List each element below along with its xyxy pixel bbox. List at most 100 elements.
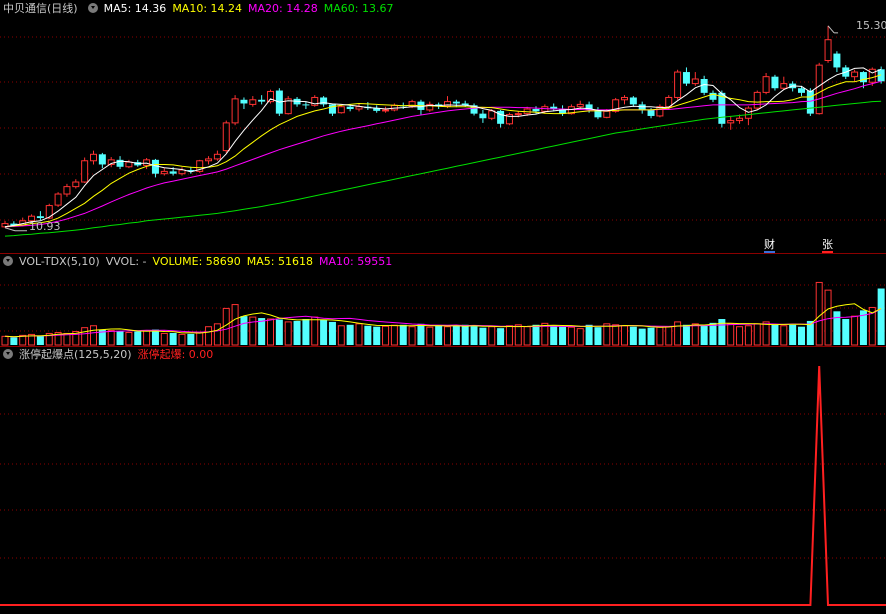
candlestick-chart[interactable] <box>0 0 886 253</box>
candle-up <box>355 106 363 110</box>
volume-bar-up <box>382 325 390 346</box>
candle-up <box>514 113 522 116</box>
volume-bar-down <box>151 329 159 345</box>
candle-up <box>824 39 832 62</box>
vvol-label: VVOL: - <box>105 255 147 268</box>
candle-down <box>629 97 637 105</box>
volume-bar-down <box>134 331 142 345</box>
candle-down <box>258 99 266 102</box>
candle-down <box>771 76 779 89</box>
candle-up <box>213 153 221 160</box>
volume-bar-up <box>514 324 522 346</box>
volume-bar-down <box>10 337 18 345</box>
candle-down <box>532 109 540 112</box>
volume-bar-up <box>311 316 319 346</box>
dropdown-circle-icon[interactable] <box>87 3 98 13</box>
limit-up-badge[interactable]: 张 <box>822 238 833 253</box>
high-marker-line <box>827 25 835 34</box>
volume-bar-up <box>488 326 496 346</box>
volume-bar-up <box>851 315 859 346</box>
volume-bar-up <box>744 325 752 346</box>
candle-up <box>762 76 770 93</box>
ma20-line <box>4 80 882 228</box>
candle-down <box>346 106 354 110</box>
volume-bar-down <box>346 324 354 345</box>
volume-bar-down <box>187 333 195 345</box>
volume-bar-down <box>275 319 283 345</box>
volume-bar-up <box>90 325 97 346</box>
candle-up <box>674 71 682 98</box>
candle-up <box>222 122 230 152</box>
volume-indicator-name[interactable]: VOL-TDX(5,10) <box>19 255 100 268</box>
volume-bar-down <box>700 325 708 345</box>
volume-bar-up <box>762 321 770 346</box>
ma5-label: MA5: 14.36 <box>103 2 167 15</box>
volume-bar-up <box>567 326 575 346</box>
volume-bar-up <box>727 323 735 346</box>
candle-up <box>621 96 628 101</box>
indicator-name[interactable]: 涨停起爆点(125,5,20) <box>19 348 132 361</box>
candle-up <box>603 110 611 118</box>
volume-bar-up <box>178 333 186 346</box>
volume-panel[interactable]: VOL-TDX(5,10) VVOL: - VOLUME: 58690 MA5: 51… <box>0 253 886 346</box>
candle-down <box>452 101 460 104</box>
candle-down <box>497 110 505 124</box>
candle-up <box>851 71 859 78</box>
volume-bar-down <box>461 324 469 345</box>
finance-badge[interactable]: 财 <box>764 238 775 253</box>
volume-bar-down <box>709 322 717 345</box>
candle-down <box>302 104 310 106</box>
volume-bar-down <box>417 323 425 345</box>
volume-bar-up <box>205 326 213 346</box>
volume-bar-down <box>258 318 266 345</box>
indicator-line <box>0 365 886 606</box>
volume-bar-down <box>452 325 460 345</box>
indicator-panel[interactable]: 涨停起爆点(125,5,20) 涨停起爆: 0.00 <box>0 346 886 614</box>
volume-bar-up <box>603 323 611 346</box>
candle-up <box>81 160 89 183</box>
candle-up <box>72 181 80 188</box>
high-price-label: 15.30 <box>856 19 886 32</box>
volume-bar-up <box>125 331 133 346</box>
volume-bar-down <box>116 331 124 345</box>
volume-bar-down <box>435 325 443 345</box>
candle-up <box>815 64 823 115</box>
volume-bar-down <box>169 332 177 345</box>
volume-bar-up <box>390 324 398 346</box>
volume-bar-down <box>629 326 637 345</box>
volume-bar-down <box>497 328 505 345</box>
dropdown-circle-icon[interactable] <box>3 349 13 359</box>
volume-bar-up <box>196 331 204 346</box>
volume-bar-down <box>585 324 593 345</box>
volume-bar-up <box>824 289 832 346</box>
volume-bar-up <box>160 332 168 346</box>
volume-bar-up <box>612 324 620 346</box>
volume-ma5-label: MA5: 51618 <box>246 255 313 268</box>
volume-bar-up <box>621 325 628 346</box>
volume-bar-down <box>771 324 779 345</box>
stock-title[interactable]: 中贝通信(日线) <box>3 2 78 15</box>
candle-up <box>382 109 390 112</box>
price-panel[interactable]: 中贝通信(日线) MA5: 14.36 MA10: 14.24 MA20: 14.28… <box>0 0 886 253</box>
volume-bar-up <box>213 323 221 346</box>
candle-up <box>337 106 345 114</box>
volume-ma10-label: MA10: 59551 <box>319 255 393 268</box>
candle-up <box>54 193 62 206</box>
volume-bar-down <box>293 320 301 345</box>
ma10-line <box>4 74 882 228</box>
volume-bar-up <box>267 318 274 346</box>
ma60-label: MA60: 13.67 <box>323 2 394 15</box>
volume-bar-down <box>479 327 487 345</box>
candle-up <box>691 78 699 85</box>
candle-down <box>798 88 805 93</box>
volume-bar-up <box>1 335 9 346</box>
volume-bar-down <box>240 316 248 345</box>
candle-down <box>240 99 248 104</box>
candle-up <box>488 110 496 119</box>
volume-bar-up <box>505 325 513 346</box>
dropdown-circle-icon[interactable] <box>3 256 13 266</box>
volume-bar-up <box>143 330 151 346</box>
candle-down <box>682 72 690 84</box>
indicator-chart[interactable] <box>0 346 886 614</box>
candle-up <box>90 153 97 162</box>
